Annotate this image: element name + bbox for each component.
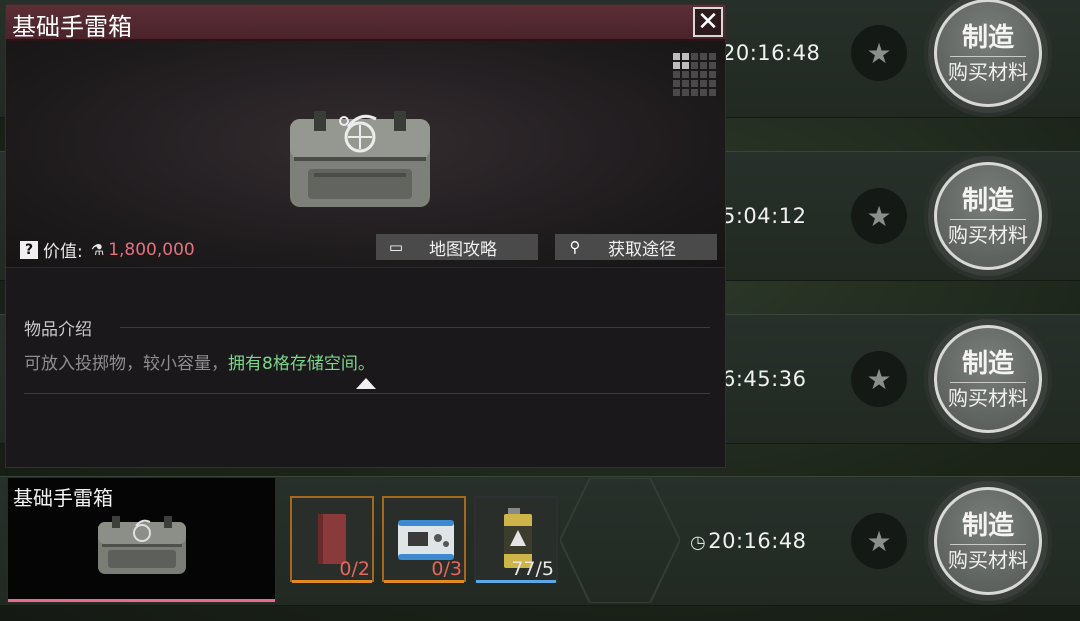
craft-timer: 6:45:36 <box>722 367 807 391</box>
star-icon: ★ <box>866 36 892 70</box>
hex-decoration <box>560 478 680 603</box>
buy-materials-label: 购买材料 <box>948 385 1028 410</box>
map-guide-label: 地图攻略 <box>429 239 497 260</box>
craft-timer: 20:16:48 <box>722 41 821 65</box>
favorite-star-button[interactable]: ★ <box>851 25 907 81</box>
collapse-arrow-icon[interactable] <box>356 378 376 389</box>
star-icon: ★ <box>866 199 892 233</box>
craft-button[interactable]: 制造 购买材料 <box>924 0 1052 117</box>
help-icon[interactable]: ? <box>20 240 38 259</box>
star-icon: ★ <box>866 524 892 558</box>
acquire-source-label: 获取途径 <box>608 239 676 260</box>
selected-indicator <box>8 599 275 602</box>
rarity-bar <box>292 580 372 583</box>
material-count: 0/3 <box>431 558 462 580</box>
buy-materials-label: 购买材料 <box>948 59 1028 84</box>
popup-header: 基础手雷箱 ✕ <box>6 5 725 41</box>
rarity-bar <box>384 580 464 583</box>
material-slot-2[interactable]: 0/3 <box>382 496 466 583</box>
map-guide-icon: ▭ <box>388 238 404 256</box>
grenade-box-image <box>290 111 430 207</box>
map-guide-button[interactable]: ▭ 地图攻略 <box>376 234 538 260</box>
craft-label: 制造 <box>961 22 1014 53</box>
item-detail-popup: 基础手雷箱 ✕ ? 价值: ⚗ 1,800,000 ▭ 地图攻略 ⚲ 获取途径 … <box>5 4 726 468</box>
close-icon: ✕ <box>697 7 719 37</box>
description-title: 物品介绍 <box>24 320 92 340</box>
value-amount: 1,800,000 <box>108 239 195 260</box>
favorite-star-button[interactable]: ★ <box>851 188 907 244</box>
item-description-section: 物品介绍 可放入投掷物，较小容量，拥有8格存储空间。 <box>6 267 725 467</box>
grid-size-icon[interactable] <box>673 53 717 97</box>
craft-divider <box>950 543 1026 545</box>
item-preview: ? 价值: ⚗ 1,800,000 ▭ 地图攻略 ⚲ 获取途径 <box>6 41 725 267</box>
material-count: 77/5 <box>511 558 554 580</box>
close-button[interactable]: ✕ <box>693 7 723 37</box>
clock-icon: ◷ <box>690 532 707 553</box>
craft-divider <box>950 55 1026 57</box>
craft-divider <box>950 218 1026 220</box>
buy-materials-label: 购买材料 <box>948 547 1028 572</box>
selected-recipe-card[interactable]: 基础手雷箱 <box>7 477 276 603</box>
description-text: 可放入投掷物，较小容量，拥有8格存储空间。 <box>24 354 375 374</box>
craft-button[interactable]: 制造 购买材料 <box>924 315 1052 443</box>
craft-button[interactable]: 制造 购买材料 <box>924 152 1052 280</box>
value-label: 价值: <box>43 242 83 262</box>
favorite-star-button[interactable]: ★ <box>851 351 907 407</box>
currency-icon: ⚗ <box>90 240 105 259</box>
value-row: ? 价值: ⚗ 1,800,000 <box>20 237 195 262</box>
acquire-source-button[interactable]: ⚲ 获取途径 <box>555 234 717 260</box>
search-icon: ⚲ <box>569 238 581 256</box>
divider <box>24 393 710 394</box>
craft-divider <box>950 381 1026 383</box>
popup-title: 基础手雷箱 <box>12 13 132 41</box>
craft-timer: 5:04:12 <box>722 204 807 228</box>
divider <box>120 327 710 328</box>
craft-label: 制造 <box>961 185 1014 216</box>
star-icon: ★ <box>866 362 892 396</box>
craft-button[interactable]: 制造 购买材料 <box>924 477 1052 605</box>
favorite-star-button[interactable]: ★ <box>851 513 907 569</box>
grenade-box-image <box>98 516 186 574</box>
craft-label: 制造 <box>961 348 1014 379</box>
material-slot-1[interactable]: 0/2 <box>290 496 374 583</box>
material-slot-3[interactable]: 77/5 <box>474 496 558 583</box>
rarity-bar <box>476 580 556 583</box>
material-count: 0/2 <box>339 558 370 580</box>
craft-label: 制造 <box>961 510 1014 541</box>
craft-timer: ◷20:16:48 <box>690 529 807 553</box>
buy-materials-label: 购买材料 <box>948 222 1028 247</box>
power-station-icon <box>398 520 454 560</box>
